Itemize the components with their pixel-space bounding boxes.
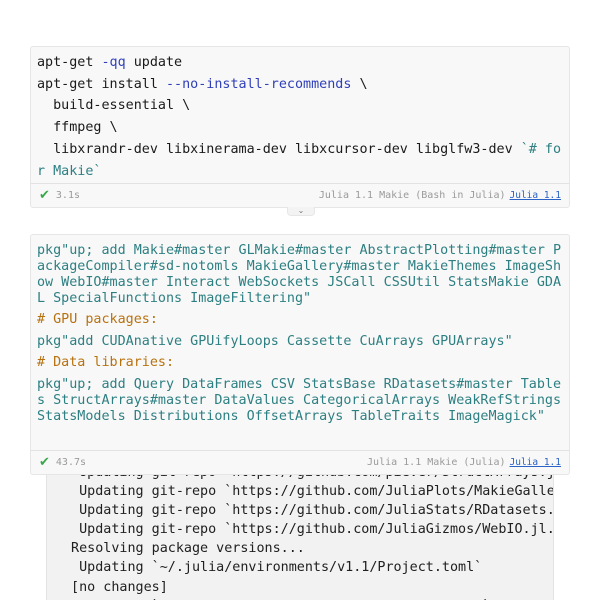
code-token: pkg"up; add Query DataFrames CSV StatsBa… [37,376,570,424]
code-line: # Data libraries: [37,352,563,374]
code-line: libxrandr-dev libxinerama-dev libxcursor… [37,139,563,182]
code-line: # GPU packages: [37,309,563,331]
output-line: Updating git-repo `https://github.com/Ju… [63,522,554,538]
code-token: libxrandr-dev libxinerama-dev libxcursor… [37,141,521,157]
code-token: --no-install-recommends [166,76,352,92]
julia-code-cell[interactable]: pkg"up; add Makie#master GLMakie#master … [30,234,570,475]
code-token: apt-get install [37,76,166,92]
code-line: apt-get -qq update [37,52,563,74]
output-line: Resolving package versions... [63,541,305,557]
code-token: pkg"up; add Makie#master GLMakie#master … [37,243,562,306]
code-editor[interactable]: pkg"up; add Makie#master GLMakie#master … [31,235,569,427]
code-line: pkg"add CUDAnative GPUifyLoops Cassette … [37,331,563,353]
collapse-toggle[interactable]: ⌄ [287,207,315,216]
code-token: pkg"add CUDAnative GPUifyLoops Cassette … [37,333,513,349]
execution-time: 3.1s [55,190,80,201]
kernel-link[interactable]: Julia 1.1 [510,457,561,468]
code-token: # Data libraries: [37,355,175,370]
code-line: pkg"up; add Query DataFrames CSV StatsBa… [37,374,563,427]
check-icon: ✔ [39,188,50,203]
code-line: apt-get install --no-install-recommends … [37,74,563,96]
cell-output: Updating git-repo `https://github.com/pi… [46,455,554,600]
code-token: update [125,55,183,70]
bash-code-cell[interactable]: apt-get -qq update apt-get install --no-i… [30,46,570,208]
execution-time: 43.7s [55,457,87,468]
cell-footer: ✔ 43.7s Julia 1.1 Makie (Julia) Julia 1.… [31,450,569,474]
code-editor[interactable]: apt-get -qq update apt-get install --no-i… [31,47,569,182]
code-line: build-essential \ [37,95,563,117]
output-line: [no changes] [63,579,168,595]
kernel-name: Julia 1.1 Makie (Bash in Julia) [318,190,506,201]
code-line: ffmpeg \ [37,117,563,139]
check-icon: ✔ [39,455,50,470]
output-line: Updating git-repo `https://github.com/Ju… [63,503,554,519]
code-token: -qq [101,55,126,70]
code-token: # GPU packages: [37,312,158,327]
kernel-name: Julia 1.1 Makie (Julia) [367,457,506,468]
code-token: apt-get [37,55,102,70]
chevron-down-icon: ⌄ [297,206,305,215]
output-line: Updating `~/.julia/environments/v1.1/Man… [63,597,553,600]
output-line: Updating `~/.julia/environments/v1.1/Pro… [63,560,483,576]
code-token: \ [351,76,368,92]
code-token: ffmpeg \ [37,120,118,136]
output-line: Updating git-repo `https://github.com/Ju… [63,484,554,500]
code-line: pkg"up; add Makie#master GLMakie#master … [37,240,563,309]
kernel-link[interactable]: Julia 1.1 [510,190,561,201]
code-token: build-essential \ [37,98,191,114]
cell-footer: ✔ 3.1s Julia 1.1 Makie (Bash in Julia) J… [31,183,569,207]
